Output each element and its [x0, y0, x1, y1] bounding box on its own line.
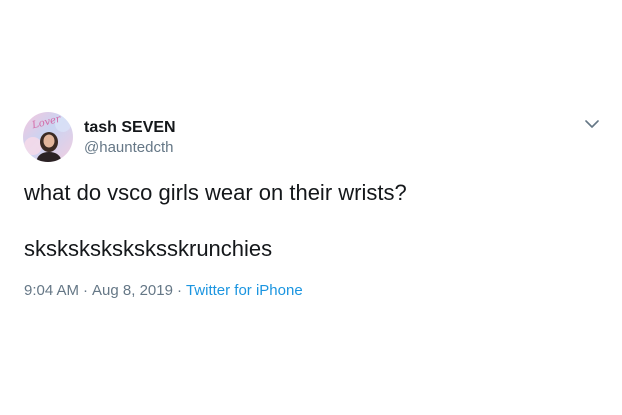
more-options-button[interactable] — [583, 117, 601, 131]
user-handle[interactable]: @hauntedcth — [84, 138, 176, 158]
tweet-meta: 9:04 AM · Aug 8, 2019 · Twitter for iPhone — [24, 281, 303, 301]
tweet-time[interactable]: 9:04 AM — [24, 282, 79, 299]
chevron-down-icon — [585, 120, 599, 128]
avatar-image — [23, 112, 73, 162]
tweet-card: Lover tash SEVEN @hauntedcth what do vsc… — [0, 0, 622, 415]
avatar[interactable]: Lover — [23, 112, 73, 162]
user-info: tash SEVEN @hauntedcth — [84, 118, 176, 158]
tweet-text-line-2: sksksksksksksskrunchies — [24, 236, 273, 261]
tweet-text-line-1: what do vsco girls wear on their wrists? — [24, 180, 407, 205]
meta-separator: · — [83, 282, 89, 299]
tweet-date[interactable]: Aug 8, 2019 — [92, 282, 173, 299]
meta-separator: · — [176, 282, 182, 299]
tweet-source-link[interactable]: Twitter for iPhone — [186, 282, 303, 299]
display-name[interactable]: tash SEVEN — [84, 118, 176, 138]
